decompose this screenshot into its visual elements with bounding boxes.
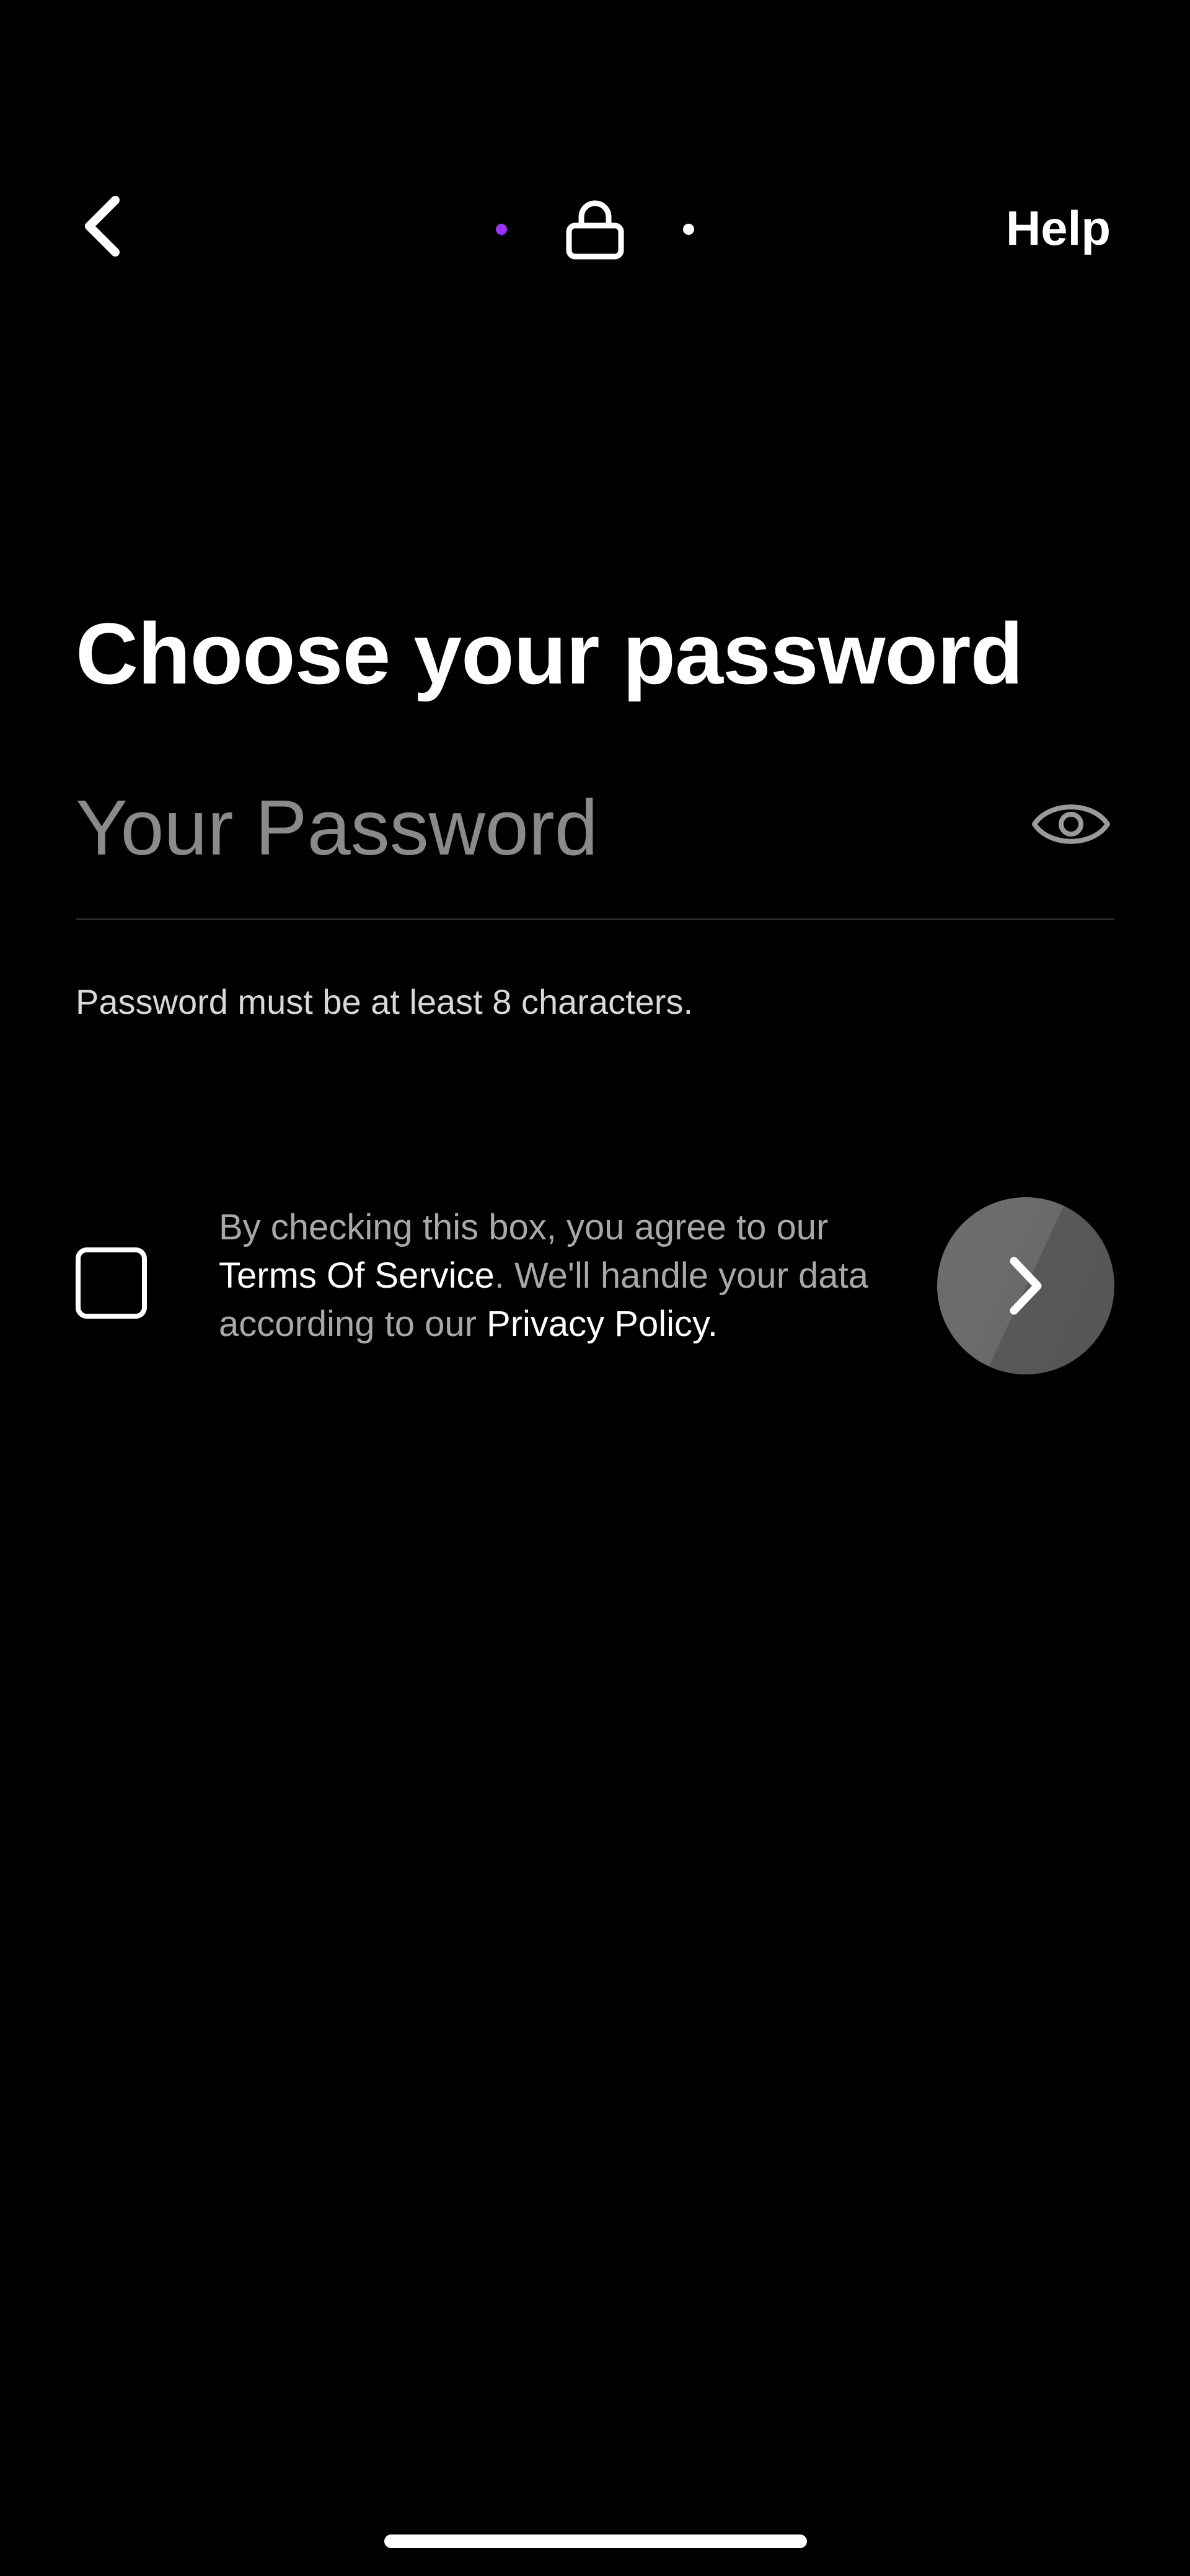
show-password-button[interactable] <box>1028 781 1114 868</box>
eye-icon <box>1032 804 1110 844</box>
password-input[interactable] <box>76 775 981 880</box>
help-button[interactable]: Help <box>1006 197 1111 259</box>
privacy-policy-link[interactable]: Privacy Policy <box>487 1304 708 1344</box>
lock-icon <box>561 192 629 266</box>
step-dot <box>683 224 694 235</box>
chevron-left-icon <box>85 196 120 257</box>
next-button[interactable] <box>937 1197 1114 1374</box>
password-helper-text: Password must be at least 8 characters. <box>76 982 693 1021</box>
page-title: Choose your password <box>76 605 1023 702</box>
consent-text-after: . <box>707 1304 718 1344</box>
consent-text-before: By checking this box, you agree to our <box>219 1207 829 1247</box>
consent-text: By checking this box, you agree to our T… <box>219 1203 913 1348</box>
consent-checkbox[interactable] <box>76 1247 147 1319</box>
home-indicator <box>384 2534 807 2548</box>
password-field <box>76 756 1114 920</box>
step-dot-active <box>496 224 507 235</box>
back-button[interactable] <box>74 192 130 260</box>
terms-of-service-link[interactable]: Terms Of Service <box>219 1255 495 1296</box>
progress-indicator <box>496 192 694 266</box>
chevron-right-icon <box>1010 1257 1042 1315</box>
